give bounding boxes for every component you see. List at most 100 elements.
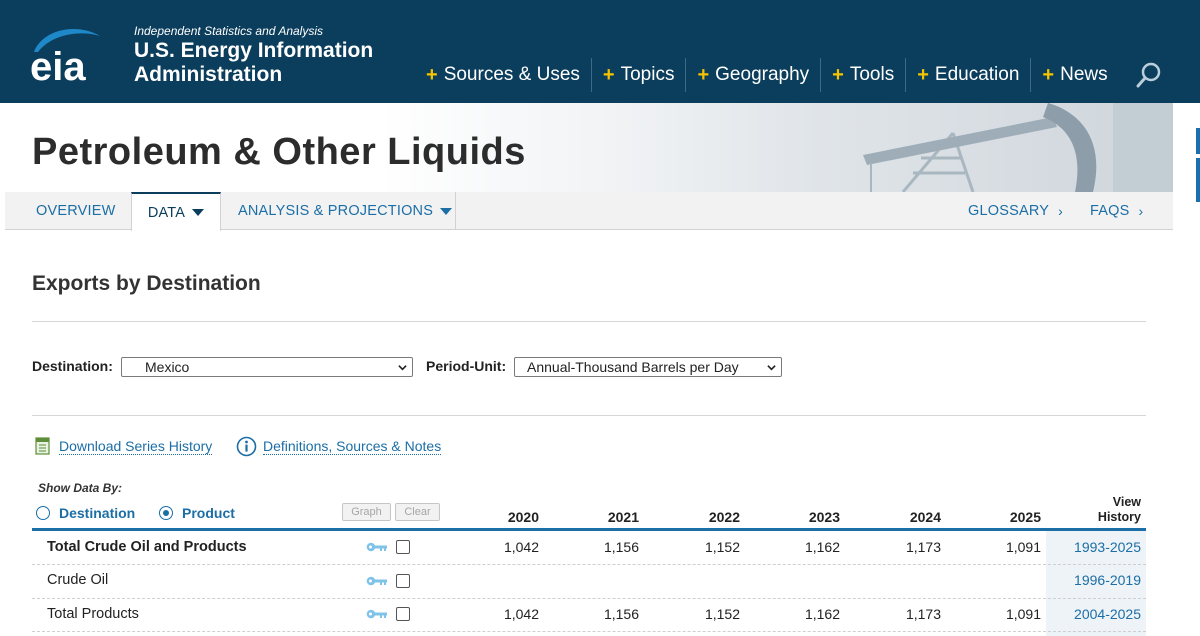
- view-history-link[interactable]: 1993-2025: [1050, 539, 1141, 555]
- key-icon[interactable]: [366, 608, 388, 620]
- search-icon[interactable]: [1134, 60, 1164, 90]
- year-header: 2020: [507, 509, 539, 525]
- table-cell: 1,152: [704, 606, 740, 622]
- destination-value: Mexico: [145, 359, 190, 375]
- tab-label: GLOSSARY: [968, 203, 1050, 219]
- row-label: Total Products: [47, 606, 139, 622]
- nav-tools[interactable]: + Tools: [820, 58, 905, 92]
- row-label: Total Crude Oil and Products: [47, 539, 247, 555]
- clear-button[interactable]: Clear: [395, 503, 440, 521]
- destination-select[interactable]: Mexico: [121, 357, 413, 377]
- row-divider: [32, 598, 1146, 599]
- tab-glossary[interactable]: GLOSSARY ›: [968, 192, 1063, 230]
- divider: [32, 321, 1146, 322]
- graph-button[interactable]: Graph: [342, 503, 391, 521]
- year-header: 2023: [808, 509, 840, 525]
- view-history-header-line: History: [1097, 510, 1141, 524]
- main-nav: + Sources & Uses + Topics + Geography + Tool…: [418, 57, 1119, 93]
- table-cell: 1,173: [905, 606, 941, 622]
- nav-label: Sources & Uses: [443, 64, 580, 85]
- table-cell: 1,156: [603, 539, 639, 555]
- tab-divider: [455, 192, 456, 230]
- nav-topics[interactable]: + Topics: [590, 58, 686, 92]
- key-icon[interactable]: [366, 575, 388, 587]
- tab-faqs[interactable]: FAQS ›: [1090, 192, 1143, 230]
- period-unit-label: Period-Unit:: [426, 358, 507, 374]
- plus-icon: +: [697, 63, 710, 86]
- nav-label: Tools: [849, 64, 895, 85]
- table-cell: 1,173: [905, 539, 941, 555]
- plus-icon: +: [832, 63, 844, 86]
- view-history-link[interactable]: 1996-2019: [1050, 572, 1141, 588]
- period-unit-value: Annual-Thousand Barrels per Day: [527, 359, 739, 375]
- view-history-link[interactable]: 2004-2025: [1050, 606, 1141, 622]
- tab-label: FAQS: [1090, 203, 1130, 219]
- plus-icon: +: [1042, 63, 1055, 86]
- view-history-header-line: View: [1112, 495, 1141, 509]
- nav-education[interactable]: + Education: [905, 58, 1030, 92]
- page-title: Petroleum & Other Liquids: [32, 131, 526, 173]
- plus-icon: +: [602, 63, 615, 86]
- nav-label: Topics: [620, 64, 675, 85]
- year-header: 2025: [1009, 509, 1041, 525]
- series-checkbox[interactable]: [396, 607, 410, 621]
- tab-label: ANALYSIS & PROJECTIONS: [238, 203, 434, 219]
- table-cell: 1,156: [603, 606, 639, 622]
- row-divider: [32, 564, 1146, 565]
- divider: [32, 415, 1146, 416]
- nav-label: News: [1060, 64, 1108, 85]
- series-checkbox[interactable]: [396, 574, 410, 588]
- radio-label: Destination: [59, 505, 136, 521]
- radio-button[interactable]: [36, 506, 50, 520]
- chevron-right-icon: ›: [1058, 203, 1063, 219]
- table-cell: 1,091: [1005, 539, 1041, 555]
- table-header-rule: [32, 528, 1146, 531]
- year-header: 2021: [607, 509, 639, 525]
- org-name[interactable]: U.S. Energy Information Administration: [134, 39, 404, 87]
- eia-logo[interactable]: eia: [28, 22, 102, 89]
- row-divider: [32, 631, 1146, 632]
- radio-destination[interactable]: Destination: [36, 505, 135, 521]
- side-accent: [1196, 158, 1200, 202]
- chevron-down-icon: [398, 365, 407, 371]
- nav-sources-uses[interactable]: + Sources & Uses: [418, 58, 591, 92]
- year-header: 2022: [708, 509, 740, 525]
- definitions-link-text: Definitions, Sources & Notes: [263, 438, 442, 455]
- tab-label: OVERVIEW: [36, 203, 116, 219]
- definitions-sources-notes-link[interactable]: Definitions, Sources & Notes: [236, 436, 442, 457]
- key-icon[interactable]: [366, 541, 388, 553]
- chevron-right-icon: ›: [1138, 203, 1144, 219]
- oil-pump-illustration: [863, 103, 1173, 192]
- table-cell: 1,152: [704, 539, 740, 555]
- show-data-by-label: Show Data By:: [38, 481, 123, 495]
- nav-news[interactable]: + News: [1030, 58, 1118, 92]
- table-cell: 1,042: [503, 539, 539, 555]
- destination-label: Destination:: [32, 358, 113, 374]
- radio-button[interactable]: [159, 506, 173, 520]
- tab-data[interactable]: DATA: [131, 192, 221, 231]
- side-accent: [1196, 128, 1200, 154]
- section-tabs: OVERVIEW DATA ANALYSIS & PROJECTIONS GLO…: [5, 192, 1173, 231]
- site-header: eia Independent Statistics and Analysis …: [0, 0, 1200, 103]
- page-banner: Petroleum & Other Liquids: [5, 103, 1173, 192]
- download-series-history-link[interactable]: Download Series History: [33, 436, 213, 456]
- nav-label: Education: [934, 64, 1020, 85]
- series-checkbox[interactable]: [396, 540, 410, 554]
- svg-text:eia: eia: [30, 45, 86, 84]
- radio-product[interactable]: Product: [159, 505, 235, 521]
- spreadsheet-icon: [35, 437, 50, 455]
- view-history-header: View History: [1080, 495, 1141, 525]
- chevron-down-icon: [767, 365, 776, 371]
- download-link-text: Download Series History: [59, 437, 213, 455]
- tab-overview[interactable]: OVERVIEW: [36, 192, 116, 230]
- nav-geography[interactable]: + Geography: [685, 58, 820, 92]
- period-unit-select[interactable]: Annual-Thousand Barrels per Day: [514, 357, 782, 377]
- tab-analysis-projections[interactable]: ANALYSIS & PROJECTIONS: [238, 192, 453, 230]
- tagline: Independent Statistics and Analysis: [134, 24, 324, 38]
- caret-down-icon: [192, 209, 205, 216]
- radio-label: Product: [182, 505, 235, 521]
- section-title: Exports by Destination: [32, 272, 261, 295]
- table-cell: 1,091: [1005, 606, 1041, 622]
- table-cell: 1,162: [804, 539, 840, 555]
- plus-icon: +: [426, 63, 438, 86]
